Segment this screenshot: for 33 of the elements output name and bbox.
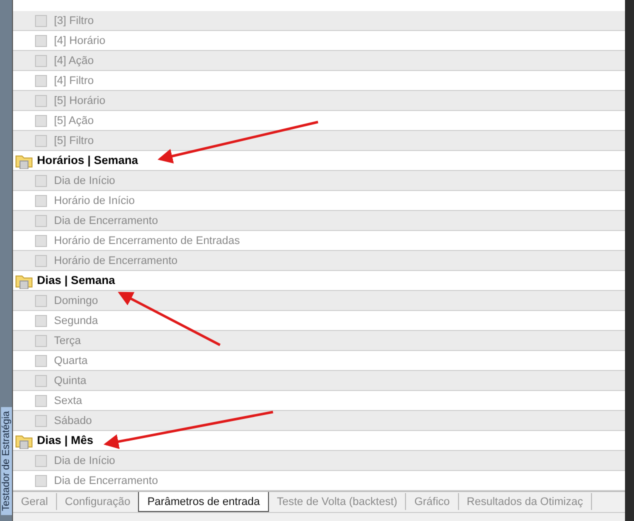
parameter-label: Dia de Início (54, 454, 116, 466)
parameter-label: Sábado (54, 414, 92, 426)
tab[interactable]: Teste de Volta (backtest) (268, 493, 406, 510)
panel-title: Testador de Estratégia (0, 406, 12, 515)
parameter-label: Terça (54, 334, 81, 346)
tab[interactable]: Parâmetros de entrada (138, 492, 269, 512)
parameter-label: [4] Ação (54, 54, 94, 66)
parameter-label: Dia de Início (54, 174, 116, 186)
parameter-label: Sexta (54, 394, 82, 406)
tab[interactable]: Geral (13, 493, 57, 510)
group-title: Dias | Mês (37, 434, 94, 446)
group-title: Horários | Semana (37, 154, 138, 166)
tab[interactable]: Gráfico (406, 493, 459, 510)
parameter-label: Quinta (54, 374, 86, 386)
tab[interactable]: Resultados da Otimizaç (458, 493, 592, 510)
parameter-label: [5] Filtro (54, 134, 94, 146)
folder-icon (15, 272, 35, 288)
parameter-label: Dia de Encerramento (54, 214, 158, 226)
parameter-label: Segunda (54, 314, 98, 326)
parameter-label: Dia de Encerramento (54, 474, 158, 486)
parameter-label: [4] Filtro (54, 74, 94, 86)
folder-icon (15, 152, 35, 168)
parameter-label: Horário de Início (54, 194, 135, 206)
parameter-label: Horário de Encerramento (54, 254, 178, 266)
group-title: Dias | Semana (37, 274, 116, 286)
parameter-label: [5] Horário (54, 94, 106, 106)
parameter-label: [5] Ação (54, 114, 94, 126)
parameter-label: Quarta (54, 354, 88, 366)
parameter-label: [3] Filtro (54, 14, 94, 26)
parameter-label: Horário de Encerramento de Entradas (54, 234, 240, 246)
parameter-label: Domingo (54, 294, 98, 306)
parameter-label: [4] Horário (54, 34, 106, 46)
folder-icon (15, 432, 35, 448)
